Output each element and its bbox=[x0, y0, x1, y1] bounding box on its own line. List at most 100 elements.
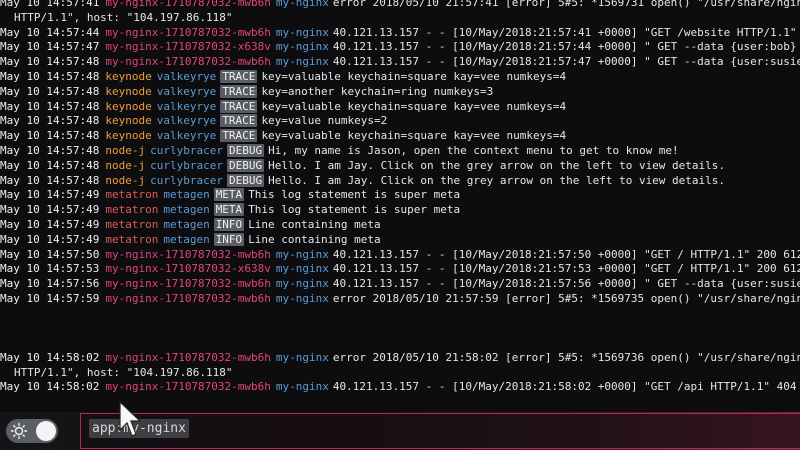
filter-input[interactable] bbox=[185, 418, 789, 442]
log-app: my-nginx bbox=[275, 0, 329, 9]
log-source: metatron bbox=[105, 203, 159, 217]
log-message: 40.121.13.157 - - [10/May/2018:21:57:50 … bbox=[332, 247, 800, 261]
log-source: node-j bbox=[105, 143, 146, 157]
log-level-badge[interactable]: TRACE bbox=[220, 99, 258, 113]
log-source: my-nginx-1710787032-mwb6h bbox=[105, 350, 271, 364]
log-timestamp: May 10 14:57:53 bbox=[0, 262, 100, 276]
log-app: metagen bbox=[163, 203, 210, 217]
log-row[interactable]: HTTP/1.1", host: "104.197.86.118" bbox=[0, 11, 800, 26]
log-source: keynode bbox=[105, 99, 152, 113]
log-row[interactable]: May 10 14:57:56 my-nginx-1710787032-mwb6h… bbox=[0, 277, 800, 292]
log-message: 40.121.13.157 - - [10/May/2018:21:57:41 … bbox=[332, 25, 800, 39]
log-level-badge[interactable]: DEBUG bbox=[226, 143, 265, 157]
log-message: key=valuable keychain=square kay=vee num… bbox=[261, 69, 567, 83]
log-level-badge[interactable]: INFO bbox=[213, 217, 245, 231]
log-timestamp: May 10 14:57:49 bbox=[0, 217, 100, 231]
log-row[interactable]: May 10 14:57:48 keynode valkeyrye TRACE key=… bbox=[0, 129, 800, 144]
log-row[interactable]: May 10 14:57:48 node-j curlybracer DEBUG Hel… bbox=[0, 158, 800, 174]
log-app: my-nginx bbox=[275, 55, 329, 69]
log-timestamp: May 10 14:57:44 bbox=[0, 25, 100, 39]
log-row[interactable]: May 10 14:57:48 node-j curlybracer DEBUG Hel… bbox=[0, 173, 800, 189]
log-timestamp: May 10 14:57:48 bbox=[0, 69, 100, 83]
log-row[interactable]: May 10 14:57:41 my-nginx-1710787032-mwb6h… bbox=[0, 0, 800, 11]
log-row[interactable]: May 10 14:57:48 keynode valkeyrye TRACE key=… bbox=[0, 69, 800, 85]
log-level-badge[interactable]: INFO bbox=[213, 232, 245, 246]
log-level-badge[interactable]: META bbox=[213, 203, 245, 217]
log-timestamp: May 10 14:58:02 bbox=[0, 380, 100, 394]
log-source: my-nginx-1710787032-x638v bbox=[105, 262, 271, 276]
log-row[interactable]: May 10 14:57:44 my-nginx-1710787032-mwb6h… bbox=[0, 26, 800, 41]
log-message: Hello. I am Jay. Click on the grey arrow… bbox=[268, 158, 726, 172]
log-timestamp: May 10 14:57:47 bbox=[0, 40, 100, 54]
log-row[interactable]: May 10 14:58:02 my-nginx-1710787032-mwb6h… bbox=[0, 380, 800, 395]
log-continuation: HTTP/1.1", host: "104.197.86.118" bbox=[14, 10, 233, 24]
log-app: my-nginx bbox=[275, 40, 329, 54]
log-row[interactable]: May 10 14:57:49 metatron metagen META This l… bbox=[0, 188, 800, 203]
theme-toggle[interactable] bbox=[6, 419, 58, 443]
log-message: key=valuable keychain=square kay=vee num… bbox=[261, 129, 567, 143]
log-message: key=another keychain=ring numkeys=3 bbox=[261, 84, 494, 98]
log-message: error 2018/05/10 21:58:02 [error] 5#5: *… bbox=[332, 350, 800, 364]
log-row[interactable]: May 10 14:57:49 metatron metagen INFO Line c… bbox=[0, 217, 800, 233]
log-timestamp: May 10 14:57:48 bbox=[0, 84, 100, 98]
log-row[interactable]: May 10 14:57:48 node-j curlybracer DEBUG Hi,… bbox=[0, 143, 800, 159]
log-timestamp: May 10 14:57:48 bbox=[0, 99, 100, 113]
log-app: my-nginx bbox=[275, 277, 329, 291]
log-source: metatron bbox=[105, 217, 159, 231]
log-row[interactable]: May 10 14:57:53 my-nginx-1710787032-x638v… bbox=[0, 262, 800, 277]
log-row[interactable]: May 10 14:57:48 keynode valkeyrye TRACE key=… bbox=[0, 114, 800, 129]
log-row[interactable]: May 10 14:57:48 keynode valkeyrye TRACE key=… bbox=[0, 99, 800, 115]
log-source: my-nginx-1710787032-mwb6h bbox=[105, 380, 271, 394]
log-app: my-nginx bbox=[275, 247, 329, 261]
log-source: metatron bbox=[105, 232, 159, 246]
log-message: key=valuable keychain=square kay=vee num… bbox=[261, 99, 567, 113]
log-source: keynode bbox=[105, 69, 152, 83]
log-level-badge[interactable]: TRACE bbox=[220, 114, 258, 128]
log-row[interactable]: HTTP/1.1", host: "104.197.86.118" bbox=[0, 366, 800, 381]
log-source: keynode bbox=[105, 114, 152, 128]
log-message: This log statement is super meta bbox=[248, 188, 461, 202]
log-app: my-nginx bbox=[275, 25, 329, 39]
log-row[interactable]: May 10 14:57:47 my-nginx-1710787032-x638v… bbox=[0, 40, 800, 55]
log-app: my-nginx bbox=[275, 262, 329, 276]
log-level-badge[interactable]: DEBUG bbox=[226, 158, 265, 172]
log-timestamp: May 10 14:57:48 bbox=[0, 129, 100, 143]
log-app: metagen bbox=[163, 232, 210, 246]
log-timestamp: May 10 14:57:48 bbox=[0, 158, 100, 172]
log-row[interactable]: May 10 14:57:49 metatron metagen META This l… bbox=[0, 203, 800, 218]
log-message: This log statement is super meta bbox=[248, 203, 461, 217]
log-source: keynode bbox=[105, 129, 152, 143]
log-level-badge[interactable]: DEBUG bbox=[226, 173, 265, 187]
log-level-badge[interactable]: TRACE bbox=[220, 129, 258, 143]
log-message: Line containing meta bbox=[248, 232, 381, 246]
log-row[interactable]: May 10 14:57:48 my-nginx-1710787032-mwb6h… bbox=[0, 55, 800, 70]
log-message: error 2018/05/10 21:57:41 [error] 5#5: *… bbox=[332, 0, 800, 9]
log-row[interactable]: May 10 14:57:49 metatron metagen INFO Line c… bbox=[0, 232, 800, 248]
log-source: my-nginx-1710787032-mwb6h bbox=[105, 55, 271, 69]
log-viewer[interactable]: May 10 14:57:41 my-nginx-1710787032-mwb6h… bbox=[0, 0, 800, 408]
log-row[interactable]: May 10 14:57:59 my-nginx-1710787032-mwb6h… bbox=[0, 292, 800, 307]
log-row[interactable]: May 10 14:57:48 keynode valkeyrye TRACE key=… bbox=[0, 84, 800, 100]
log-source: my-nginx-1710787032-mwb6h bbox=[105, 247, 271, 261]
log-app: valkeyrye bbox=[156, 84, 217, 98]
log-timestamp: May 10 14:57:49 bbox=[0, 188, 100, 202]
log-timestamp: May 10 14:57:48 bbox=[0, 143, 100, 157]
log-app: valkeyrye bbox=[156, 69, 217, 83]
log-message: 40.121.13.157 - - [10/May/2018:21:57:47 … bbox=[332, 55, 800, 69]
log-message: 40.121.13.157 - - [10/May/2018:21:57:53 … bbox=[332, 262, 800, 276]
log-source: keynode bbox=[105, 84, 152, 98]
log-timestamp: May 10 14:57:49 bbox=[0, 232, 100, 246]
log-row[interactable]: May 10 14:58:02 my-nginx-1710787032-mwb6h… bbox=[0, 351, 800, 366]
filter-bar[interactable]: app:my-nginx bbox=[80, 413, 800, 449]
log-level-badge[interactable]: TRACE bbox=[220, 84, 258, 98]
log-app: valkeyrye bbox=[156, 114, 217, 128]
log-app: my-nginx bbox=[275, 350, 329, 364]
log-level-badge[interactable]: META bbox=[213, 188, 245, 202]
log-row[interactable]: May 10 14:57:50 my-nginx-1710787032-mwb6h… bbox=[0, 248, 800, 263]
log-continuation: HTTP/1.1", host: "104.197.86.118" bbox=[14, 365, 233, 379]
log-level-badge[interactable]: TRACE bbox=[220, 69, 258, 83]
log-message: Line containing meta bbox=[248, 217, 381, 231]
log-timestamp: May 10 14:57:41 bbox=[0, 0, 100, 9]
log-app: valkeyrye bbox=[156, 99, 217, 113]
log-message: 40.121.13.157 - - [10/May/2018:21:58:02 … bbox=[332, 380, 800, 394]
